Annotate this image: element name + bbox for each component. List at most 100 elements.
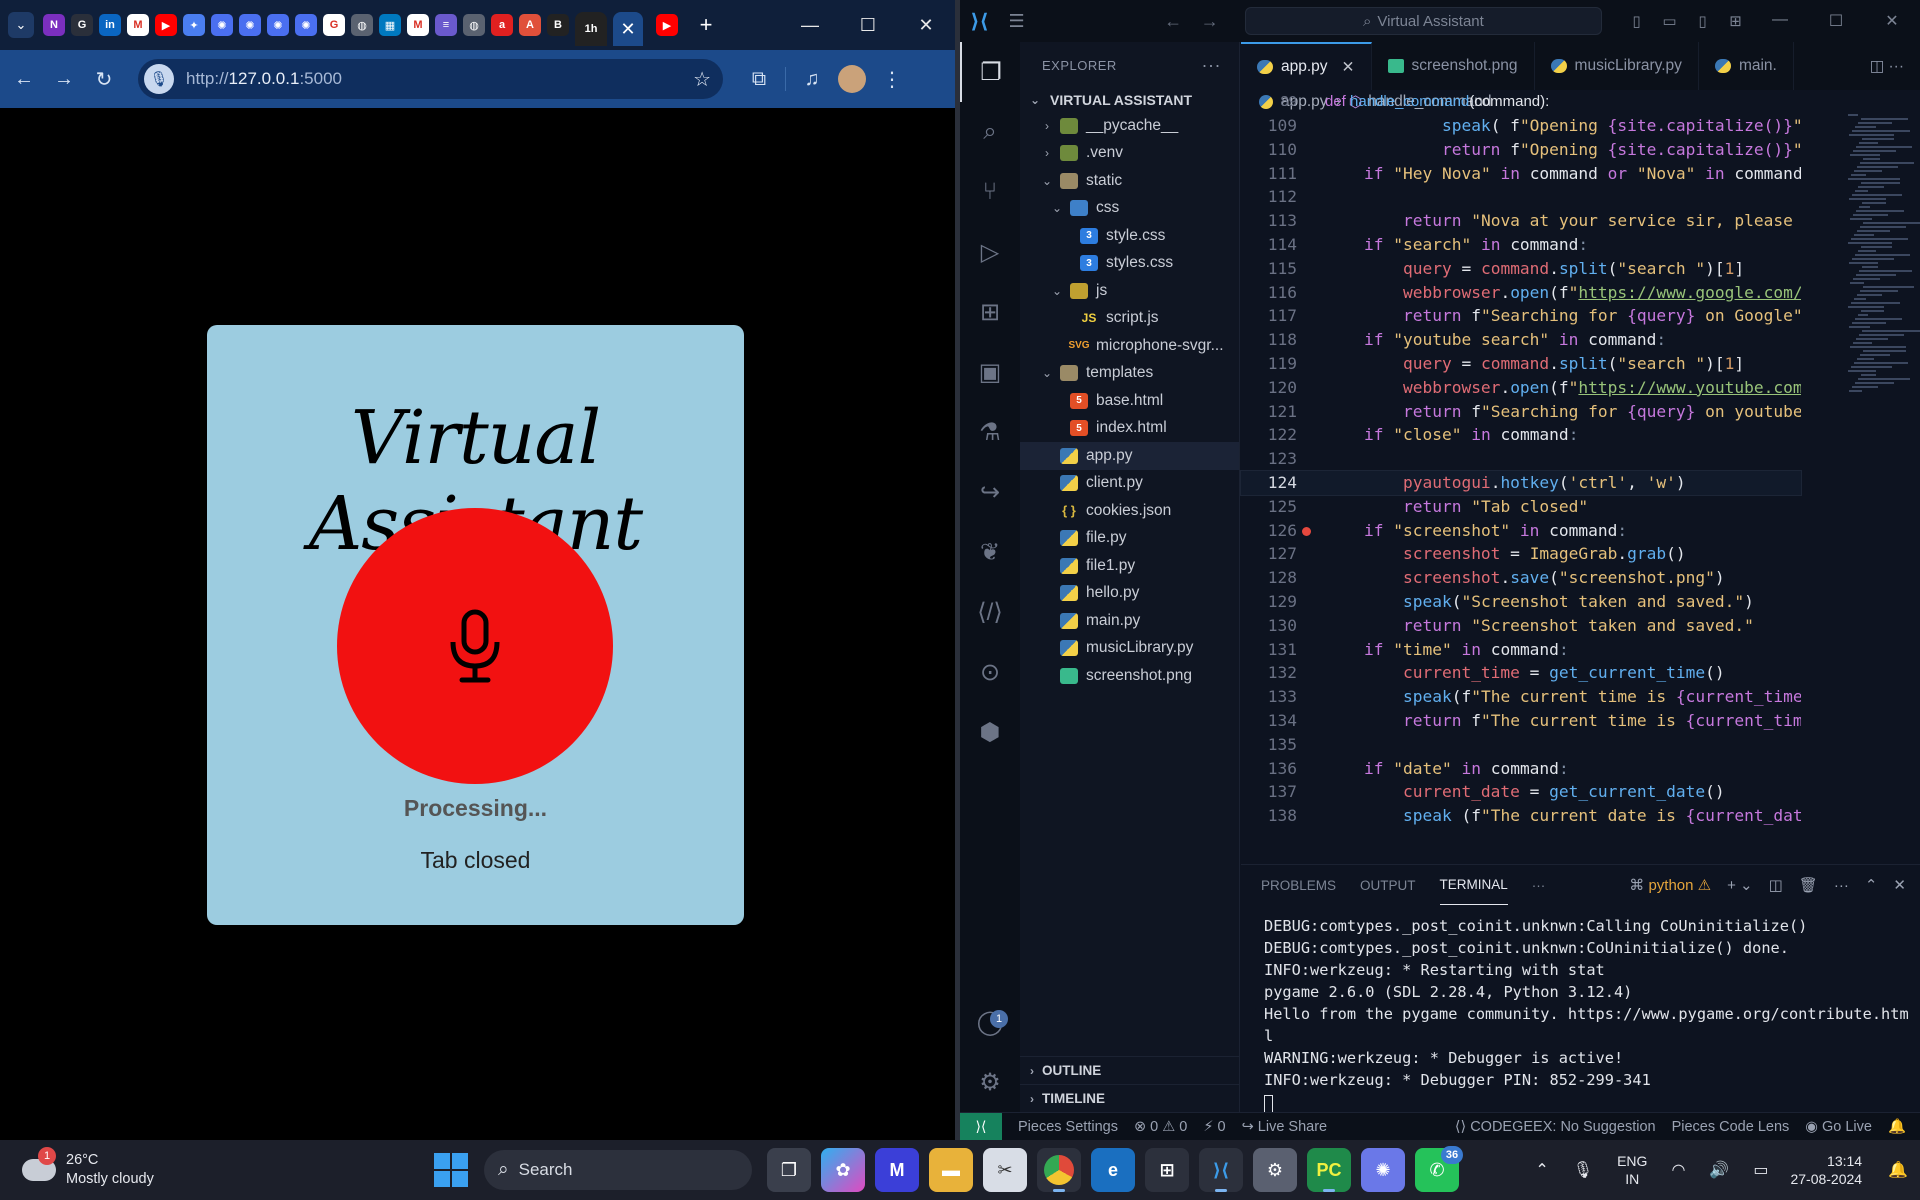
notifications-bell-icon[interactable]: 🔔 xyxy=(1888,1118,1906,1135)
code-line[interactable]: 137 current_date = get_current_date() xyxy=(1241,780,1801,804)
airtel-icon[interactable]: a xyxy=(491,14,513,36)
toggle-sidebar-icon[interactable]: ▯ xyxy=(1620,12,1653,30)
file-styles-css[interactable]: 3 styles.css xyxy=(1020,250,1239,278)
remote-indicator-icon[interactable]: ⟩⟨ xyxy=(960,1112,1002,1141)
code-line[interactable]: 116 webbrowser.open(f"https://www.google… xyxy=(1241,281,1801,305)
editor-tab[interactable]: screenshot.png xyxy=(1372,42,1535,90)
extension-icon[interactable]: ✺ xyxy=(239,14,261,36)
gutter[interactable] xyxy=(1297,566,1325,590)
close-window-button[interactable]: ✕ xyxy=(897,0,955,50)
pycharm-icon[interactable]: PC xyxy=(1307,1148,1351,1192)
gutter[interactable] xyxy=(1297,471,1325,495)
package-icon[interactable]: ⬢ xyxy=(960,702,1020,762)
editor-tab[interactable]: main. xyxy=(1699,42,1794,90)
maximize-button[interactable]: ☐ xyxy=(839,0,897,50)
editor-tab[interactable]: app.py ✕ xyxy=(1241,42,1372,90)
toggle-panel-icon[interactable]: ▭ xyxy=(1653,12,1686,30)
code-line[interactable]: 124 pyautogui.hotkey('ctrl', 'w') xyxy=(1240,469,1802,496)
file-screenshot-png[interactable]: screenshot.png xyxy=(1020,662,1239,690)
gutter[interactable] xyxy=(1297,352,1325,376)
wifi-icon[interactable]: ◠ xyxy=(1671,1160,1685,1180)
more-actions-icon[interactable]: ··· xyxy=(1202,55,1221,76)
onenote-icon[interactable]: N xyxy=(43,14,65,36)
ports-count[interactable]: ⚡ 0 xyxy=(1203,1119,1225,1135)
remote-explorer-icon[interactable]: ▣ xyxy=(960,342,1020,402)
file-script-js[interactable]: JS script.js xyxy=(1020,305,1239,333)
b-icon[interactable]: B xyxy=(547,14,569,36)
site-info-icon[interactable]: 🎙 xyxy=(144,64,174,94)
gmail-icon[interactable]: M xyxy=(127,14,149,36)
workspace-root[interactable]: ⌄ VIRTUAL ASSISTANT xyxy=(1020,88,1239,112)
code-line[interactable]: 128 screenshot.save("screenshot.png") xyxy=(1241,566,1801,590)
problems-count[interactable]: ⊗ 0 ⚠ 0 xyxy=(1134,1119,1187,1135)
command-center-search[interactable]: ⌕ Virtual Assistant xyxy=(1244,7,1602,35)
file-app-py[interactable]: app.py xyxy=(1020,442,1239,470)
code-line[interactable]: 131 if "time" in command: xyxy=(1241,638,1801,662)
vscode-close-button[interactable]: ✕ xyxy=(1864,11,1920,31)
file-main-py[interactable]: main.py xyxy=(1020,607,1239,635)
vscode-taskbar-icon[interactable]: ⟩⟨ xyxy=(1199,1148,1243,1192)
whatsapp-icon[interactable]: ✆ 36 xyxy=(1415,1146,1463,1192)
file-explorer-icon[interactable]: ▬ xyxy=(929,1148,973,1192)
code-line[interactable]: 129 speak("Screenshot taken and saved.") xyxy=(1241,590,1801,614)
file-client-py[interactable]: client.py xyxy=(1020,470,1239,498)
media-control-icon[interactable]: ♫ xyxy=(792,59,832,99)
gutter[interactable] xyxy=(1297,376,1325,400)
tab-terminal[interactable]: TERMINAL xyxy=(1439,865,1508,905)
gutter[interactable] xyxy=(1297,281,1325,305)
gutter[interactable] xyxy=(1297,138,1325,162)
pieces-icon[interactable]: ⊙ xyxy=(960,642,1020,702)
settings-gear-icon[interactable]: ⚙ xyxy=(1253,1148,1297,1192)
minimap[interactable] xyxy=(1844,114,1920,864)
edge-icon[interactable]: e xyxy=(1091,1148,1135,1192)
code-line[interactable]: 89 def handle_command(command): xyxy=(1241,90,1920,114)
gutter[interactable] xyxy=(1297,447,1325,471)
code-line[interactable]: 120 webbrowser.open(f"https://www.youtub… xyxy=(1241,376,1801,400)
code-line[interactable]: 119 query = command.split("search ")[1] xyxy=(1241,352,1801,376)
code-line[interactable]: 135 xyxy=(1241,733,1801,757)
accounts-icon[interactable]: ◯1 xyxy=(960,992,1020,1052)
outline-section[interactable]: › OUTLINE xyxy=(1020,1056,1240,1084)
chrome-menu-icon[interactable]: ⋮ xyxy=(872,59,912,99)
editor-tab[interactable]: musicLibrary.py xyxy=(1535,42,1699,90)
terminal-output[interactable]: DEBUG:comtypes._post_coinit.unknwn:Calli… xyxy=(1241,905,1920,1113)
chatgpt-app-icon[interactable]: ✺ xyxy=(1361,1148,1405,1192)
code-lines[interactable]: 109 speak( f"Opening {site.capitalize()}… xyxy=(1240,114,1802,828)
gutter[interactable] xyxy=(1297,114,1325,138)
code-line[interactable]: 138 speak (f"The current date is {curren… xyxy=(1241,804,1801,828)
timeline-section[interactable]: › TIMELINE xyxy=(1020,1084,1240,1112)
gutter[interactable] xyxy=(1297,423,1325,447)
gutter[interactable] xyxy=(1297,638,1325,662)
code-line[interactable]: 134 return f"The current time is {curren… xyxy=(1241,709,1801,733)
split-editor-icon[interactable]: ◫ ··· xyxy=(1854,42,1920,90)
code-line[interactable]: 114 if "search" in command: xyxy=(1241,233,1801,257)
gutter[interactable] xyxy=(1297,661,1325,685)
mathpix-icon[interactable]: M xyxy=(875,1148,919,1192)
snipping-tool-icon[interactable]: ✂ xyxy=(983,1148,1027,1192)
file-file1-py[interactable]: file1.py xyxy=(1020,552,1239,580)
google-icon[interactable]: G xyxy=(323,14,345,36)
gmail-icon[interactable]: M xyxy=(407,14,429,36)
gutter[interactable] xyxy=(1297,162,1325,186)
site-icon[interactable]: 1h xyxy=(575,12,607,46)
copilot-icon[interactable]: ✿ xyxy=(821,1148,865,1192)
weather-widget[interactable]: 1 26°C Mostly cloudy xyxy=(22,1147,242,1189)
folder-css[interactable]: ⌄ css xyxy=(1020,195,1239,223)
maximize-panel-icon[interactable]: ⌃ xyxy=(1865,876,1878,894)
chrome-icon[interactable] xyxy=(1037,1148,1081,1192)
gutter[interactable] xyxy=(1297,257,1325,281)
search-view-icon[interactable]: ⌕ xyxy=(960,102,1020,162)
folder-static[interactable]: ⌄ static xyxy=(1020,167,1239,195)
extension-icon[interactable]: ✺ xyxy=(211,14,233,36)
tab-output[interactable]: OUTPUT xyxy=(1360,865,1416,905)
code-line[interactable]: 110 return f"Opening {site.capitalize()}… xyxy=(1241,138,1801,162)
profile-avatar[interactable] xyxy=(838,65,866,93)
live-share-status[interactable]: ↪ Live Share xyxy=(1242,1119,1328,1135)
close-tab-icon[interactable]: ✕ xyxy=(1342,58,1355,77)
menu-hamburger-icon[interactable]: ☰ xyxy=(999,11,1034,32)
extension-icon[interactable]: ✺ xyxy=(267,14,289,36)
reload-icon[interactable]: ↻ xyxy=(84,59,124,99)
battery-icon[interactable]: ▭ xyxy=(1753,1160,1768,1180)
code-line[interactable]: 109 speak( f"Opening {site.capitalize()}… xyxy=(1241,114,1801,138)
url-text[interactable]: http://127.0.0.1:5000 xyxy=(186,69,342,89)
